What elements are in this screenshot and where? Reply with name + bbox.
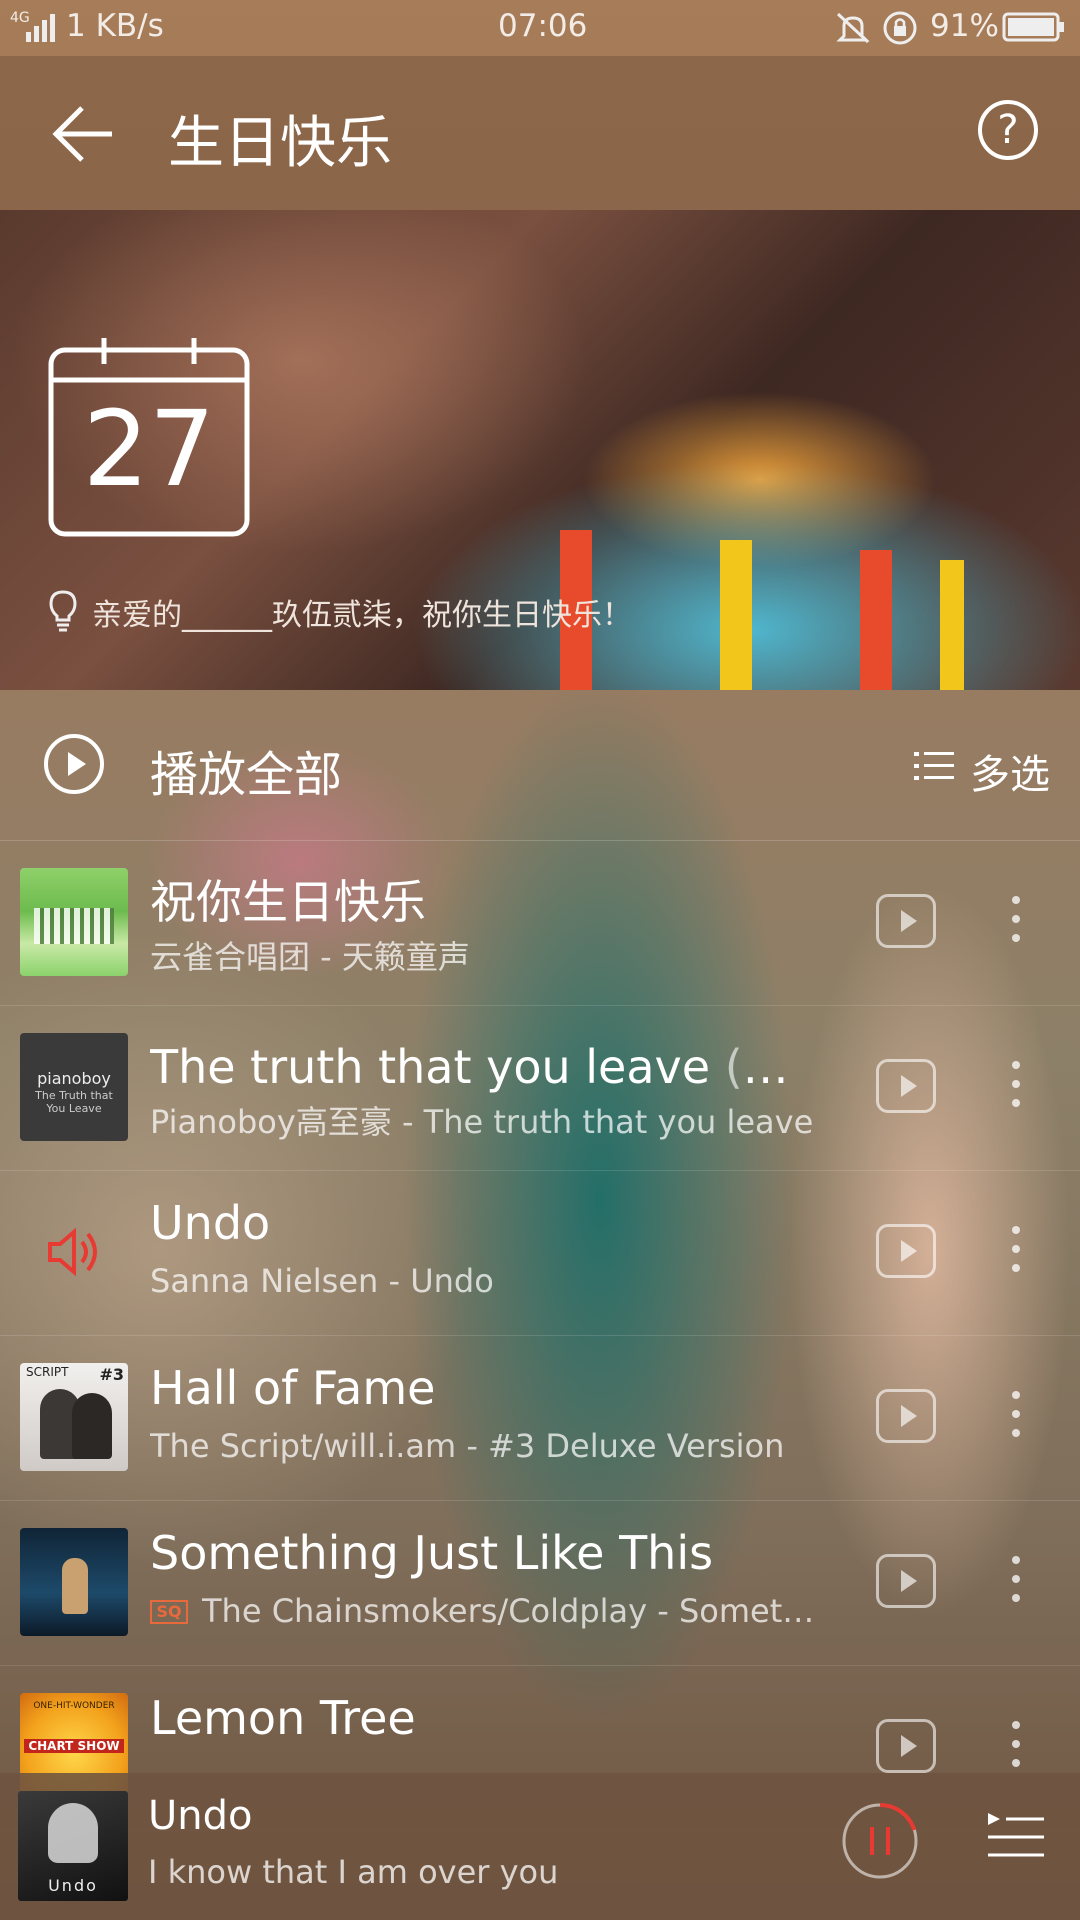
more-options-icon[interactable] xyxy=(1012,1556,1020,1602)
album-cover-subtext: #3 xyxy=(99,1365,124,1384)
song-title: Something Just Like This xyxy=(150,1526,714,1580)
album-cover-text: SCRIPT xyxy=(26,1365,69,1379)
album-cover: pianoboy The Truth that You Leave xyxy=(20,1033,128,1141)
birthday-wish-text: 亲爱的______玖伍贰柒，祝你生日快乐！ xyxy=(92,598,632,633)
album-cover-subtext: The Truth that You Leave xyxy=(35,1089,113,1115)
play-song-icon[interactable] xyxy=(876,1224,936,1278)
speaker-playing-icon xyxy=(48,1228,97,1276)
now-playing-cover-text: Undo xyxy=(48,1876,98,1895)
signal-icon xyxy=(26,14,55,42)
more-options-icon[interactable] xyxy=(1012,1061,1020,1107)
more-options-icon[interactable] xyxy=(1012,1391,1020,1437)
now-playing-title: Undo xyxy=(148,1793,253,1839)
multi-select-button[interactable]: 多选 xyxy=(970,742,1050,800)
network-speed: 1 KB/s xyxy=(66,8,164,44)
play-all-bar: 播放全部 多选 xyxy=(0,690,1080,841)
now-playing-lyric: I know that I am over you xyxy=(148,1853,559,1891)
song-row-playing[interactable]: Undo Sanna Nielsen - Undo xyxy=(0,1170,1080,1336)
play-all-button[interactable]: 播放全部 xyxy=(150,735,342,805)
song-artist: Sanna Nielsen - Undo xyxy=(150,1262,494,1300)
album-cover-subtext: CHART SHOW xyxy=(24,1739,124,1753)
more-options-icon[interactable] xyxy=(1012,896,1020,942)
play-song-icon[interactable] xyxy=(876,1389,936,1443)
back-arrow-icon[interactable] xyxy=(52,102,116,166)
battery-percent: 91% xyxy=(930,8,999,44)
song-row[interactable]: 祝你生日快乐 云雀合唱团 - 天籁童声 xyxy=(0,840,1080,1006)
song-title: The truth that you leave (你离开… xyxy=(150,1040,820,1094)
play-song-icon[interactable] xyxy=(876,1719,936,1773)
now-playing-bar[interactable]: Undo Undo I know that I am over you xyxy=(0,1773,1080,1920)
album-cover-text: pianoboy xyxy=(37,1069,111,1088)
song-artist: The Chainsmokers/Coldplay - Something… xyxy=(202,1592,832,1630)
app-header: 生日快乐 ? xyxy=(0,56,1080,210)
list-icon[interactable] xyxy=(914,750,954,782)
now-playing-cover[interactable]: Undo xyxy=(18,1791,128,1901)
clock: 07:06 xyxy=(498,8,588,44)
play-all-icon[interactable] xyxy=(44,734,104,794)
mute-icon xyxy=(836,12,870,44)
status-bar: 4G 1 KB/s 07:06 91% xyxy=(0,0,1080,56)
song-title: Lemon Tree xyxy=(150,1691,416,1745)
sq-quality-badge: SQ xyxy=(150,1600,188,1624)
play-song-icon[interactable] xyxy=(876,894,936,948)
cake-stripe xyxy=(940,560,964,690)
song-artist: 云雀合唱团 - 天籁童声 xyxy=(150,938,470,976)
page-title: 生日快乐 xyxy=(168,111,392,176)
play-song-icon[interactable] xyxy=(876,1059,936,1113)
song-row[interactable]: pianoboy The Truth that You Leave The tr… xyxy=(0,1005,1080,1171)
song-row[interactable]: SCRIPT #3 Hall of Fame The Script/will.i… xyxy=(0,1335,1080,1501)
calendar-day: 27 xyxy=(82,388,216,510)
song-title: Hall of Fame xyxy=(150,1361,436,1415)
song-artist: Pianoboy高至豪 - The truth that you leave xyxy=(150,1103,814,1141)
song-title: Undo xyxy=(150,1196,271,1250)
album-cover: SCRIPT #3 xyxy=(20,1363,128,1471)
rotation-lock-icon xyxy=(883,11,917,45)
song-artist: The Script/will.i.am - #3 Deluxe Version xyxy=(150,1427,785,1465)
pause-icon[interactable] xyxy=(840,1801,920,1881)
playlist-queue-icon[interactable] xyxy=(986,1809,1046,1865)
cake-stripe xyxy=(720,540,752,690)
song-title: 祝你生日快乐 xyxy=(150,875,426,929)
more-options-icon[interactable] xyxy=(1012,1226,1020,1272)
song-row[interactable]: SQ Something Just Like This The Chainsmo… xyxy=(0,1500,1080,1666)
lightbulb-icon xyxy=(49,590,77,632)
cake-stripe xyxy=(860,550,892,690)
play-song-icon[interactable] xyxy=(876,1554,936,1608)
help-button[interactable]: ? xyxy=(978,100,1038,160)
album-cover xyxy=(20,868,128,976)
more-options-icon[interactable] xyxy=(1012,1721,1020,1767)
album-cover-text: ONE-HIT-WONDER xyxy=(33,1701,115,1711)
battery-icon xyxy=(1002,12,1064,42)
album-cover xyxy=(20,1528,128,1636)
